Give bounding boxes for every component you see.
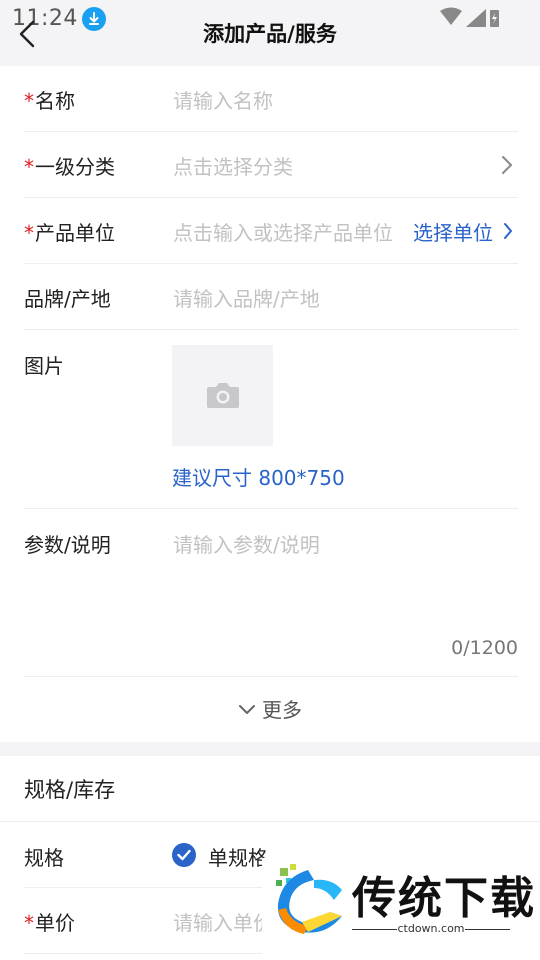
char-counter: 0/1200 bbox=[451, 637, 518, 659]
camera-icon bbox=[207, 383, 239, 408]
price-input[interactable]: 请输入单价 bbox=[173, 907, 273, 936]
name-row[interactable]: *名称 请输入名称 bbox=[24, 66, 518, 132]
spec-label: 规格 bbox=[24, 846, 64, 870]
chevron-right-icon[interactable] bbox=[502, 221, 514, 241]
category-select[interactable]: 点击选择分类 bbox=[173, 151, 293, 180]
more-label: 更多 bbox=[262, 698, 302, 722]
brand-input[interactable]: 请输入品牌/产地 bbox=[173, 283, 320, 312]
top-bar: 11:24 添加产品/服务 bbox=[0, 0, 540, 66]
required-mark: * bbox=[24, 911, 34, 935]
params-textarea[interactable]: 请输入参数/说明 bbox=[173, 529, 320, 558]
unit-input[interactable]: 点击输入或选择产品单位 bbox=[173, 217, 393, 246]
watermark-url: ctdown.com bbox=[352, 922, 510, 935]
category-row[interactable]: *一级分类 点击选择分类 bbox=[24, 132, 518, 198]
required-mark: * bbox=[24, 89, 34, 113]
category-label: *一级分类 bbox=[24, 155, 115, 179]
name-input[interactable]: 请输入名称 bbox=[173, 85, 273, 114]
chevron-down-icon bbox=[239, 704, 255, 714]
unit-label: *产品单位 bbox=[24, 221, 115, 245]
watermark-text: 传统下载 bbox=[352, 873, 536, 924]
spec-section-title: 规格/库存 bbox=[24, 778, 116, 802]
required-mark: * bbox=[24, 155, 34, 179]
page-title: 添加产品/服务 bbox=[203, 22, 337, 46]
required-mark: * bbox=[24, 221, 34, 245]
unit-row[interactable]: *产品单位 点击输入或选择产品单位 选择单位 bbox=[24, 198, 518, 264]
more-toggle[interactable]: 更多 bbox=[0, 694, 540, 723]
single-spec-option-label[interactable]: 单规格 bbox=[208, 842, 268, 871]
params-label: 参数/说明 bbox=[24, 533, 111, 557]
brand-label: 品牌/产地 bbox=[24, 287, 111, 311]
select-unit-link[interactable]: 选择单位 bbox=[413, 217, 493, 246]
image-label: 图片 bbox=[24, 354, 64, 378]
image-upload[interactable] bbox=[172, 345, 273, 446]
screen: 11:24 添加产品/服务 *名称 请输入名称 *一级分类 点击选择分类 *产品… bbox=[0, 0, 540, 960]
params-row[interactable]: 参数/说明 请输入参数/说明 bbox=[24, 509, 518, 677]
checkmark-icon bbox=[177, 849, 191, 861]
price-label: *单价 bbox=[24, 911, 75, 935]
brand-row[interactable]: 品牌/产地 请输入品牌/产地 bbox=[24, 264, 518, 330]
single-spec-radio[interactable] bbox=[172, 843, 196, 867]
chevron-right-icon bbox=[502, 156, 512, 174]
image-size-hint: 建议尺寸 800*750 bbox=[172, 466, 345, 490]
name-label: *名称 bbox=[24, 89, 75, 113]
